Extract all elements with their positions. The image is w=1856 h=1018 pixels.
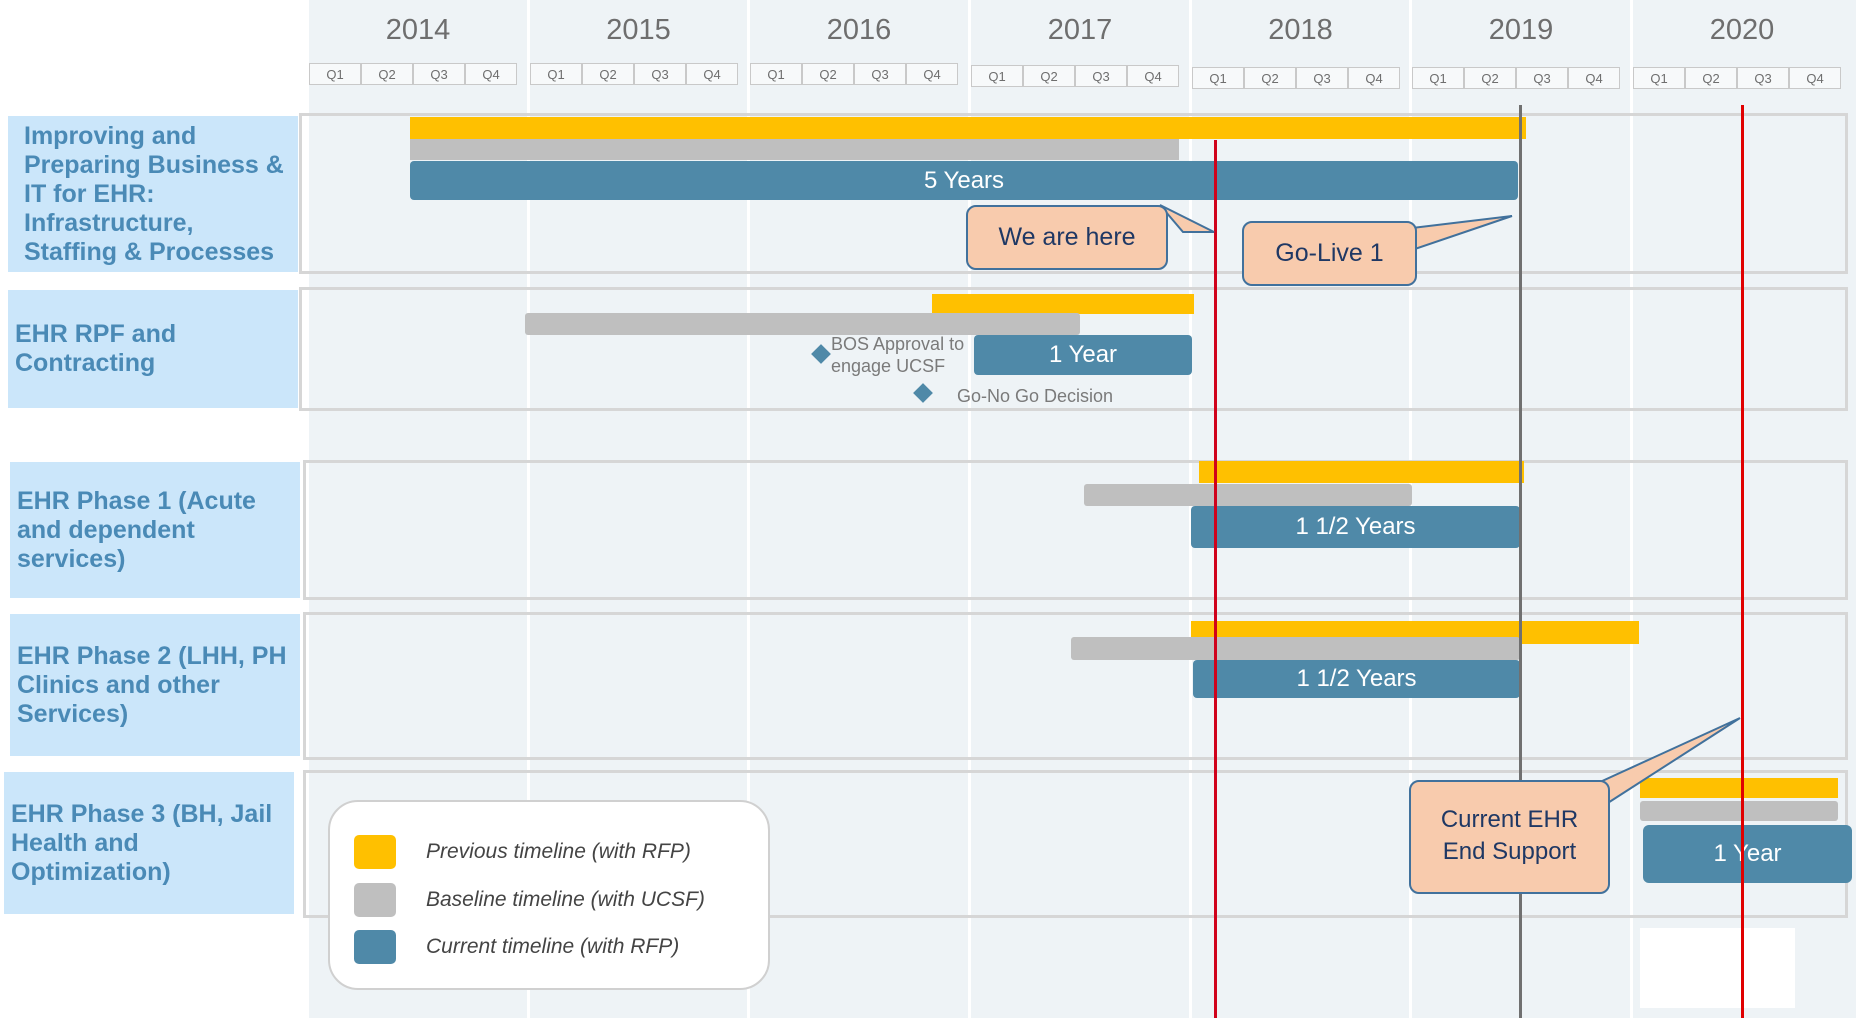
end-support-callout: Current EHR End Support (1409, 780, 1610, 894)
legend: Previous timeline (with RFP) Baseline ti… (328, 800, 770, 990)
go-live-callout: Go-Live 1 (1242, 221, 1417, 286)
legend-swatch-current (354, 930, 396, 964)
we-are-here-callout: We are here (966, 205, 1168, 270)
legend-swatch-baseline (354, 883, 396, 917)
legend-swatch-previous (354, 835, 396, 869)
